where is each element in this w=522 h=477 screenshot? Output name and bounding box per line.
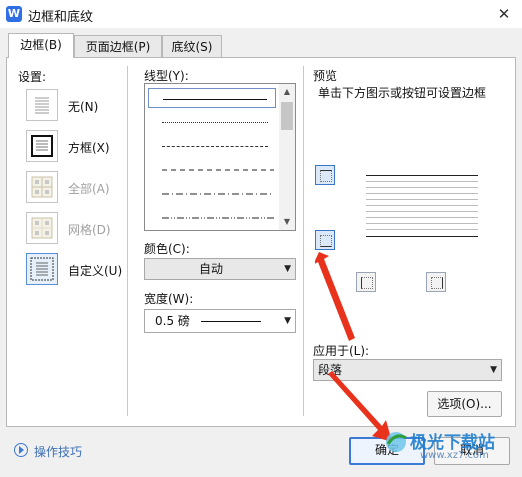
title-bar: W 边框和底纹 ✕: [0, 0, 522, 28]
line-style-dash-dot-dot[interactable]: [148, 208, 276, 228]
options-button[interactable]: 选项(O)...: [427, 391, 502, 417]
right-border-button[interactable]: [426, 272, 446, 292]
width-line-sample: [201, 321, 261, 322]
line-style-scrollbar[interactable]: ▲ ▼: [279, 84, 295, 230]
line-style-label: 线型(Y):: [144, 69, 189, 83]
setting-custom-label[interactable]: 自定义(U): [68, 262, 122, 279]
tab-borders[interactable]: 边框(B): [8, 33, 74, 58]
line-style-dash-dot[interactable]: [148, 184, 276, 204]
scroll-down-icon[interactable]: ▼: [279, 214, 295, 230]
color-value: 自动: [198, 262, 223, 276]
line-style-dotted[interactable]: [148, 112, 276, 132]
settings-label: 设置:: [18, 70, 47, 84]
preview-hint: 单击下方图示或按钮可设置边框: [318, 86, 487, 100]
setting-none-icon[interactable]: [26, 89, 58, 121]
color-dropdown[interactable]: 自动 ▼: [144, 258, 296, 280]
window-title: 边框和底纹: [28, 10, 94, 25]
line-style-list[interactable]: ▲ ▼: [144, 83, 296, 231]
width-label: 宽度(W):: [144, 292, 194, 306]
preview-label: 预览: [313, 69, 338, 83]
separator: [127, 66, 128, 416]
setting-grid-icon: [26, 212, 58, 244]
watermark-logo-icon: [384, 430, 412, 454]
app-icon: W: [6, 6, 22, 22]
tab-page-borders[interactable]: 页面边框(P): [74, 35, 162, 57]
line-style-dashed[interactable]: [148, 160, 276, 180]
width-dropdown[interactable]: 0.5 磅 ▼: [144, 309, 296, 333]
setting-all-label: 全部(A): [68, 182, 110, 196]
setting-box-icon[interactable]: [26, 130, 58, 162]
chevron-down-icon: ▼: [284, 316, 291, 326]
setting-none-label[interactable]: 无(N): [68, 98, 98, 115]
color-label: 颜色(C):: [144, 242, 190, 256]
dialog-window: W 边框和底纹 ✕ 边框(B) 页面边框(P) 底纹(S) 设置: 无(N) 方…: [0, 0, 522, 477]
tab-shading[interactable]: 底纹(S): [162, 35, 222, 57]
tips-icon[interactable]: [14, 443, 28, 457]
chevron-down-icon: ▼: [490, 365, 497, 375]
chevron-down-icon: ▼: [284, 264, 291, 274]
line-style-dashed-fine[interactable]: [148, 136, 276, 156]
watermark-url: www.xz7.com: [420, 450, 489, 461]
scroll-thumb[interactable]: [281, 102, 293, 130]
setting-box-label[interactable]: 方框(X): [68, 139, 110, 156]
scroll-up-icon[interactable]: ▲: [279, 84, 295, 100]
close-icon[interactable]: ✕: [492, 2, 516, 26]
tips-link[interactable]: 操作技巧: [34, 443, 82, 460]
line-style-solid[interactable]: [148, 88, 276, 108]
preview-diagram[interactable]: [340, 158, 500, 246]
top-border-button[interactable]: [315, 165, 335, 185]
bottom-border-button[interactable]: [315, 230, 335, 250]
separator: [303, 66, 304, 416]
setting-custom-icon[interactable]: [26, 253, 58, 285]
setting-all-icon: [26, 171, 58, 203]
annotation-arrow: [315, 252, 355, 341]
setting-grid-label: 网格(D): [68, 223, 111, 237]
